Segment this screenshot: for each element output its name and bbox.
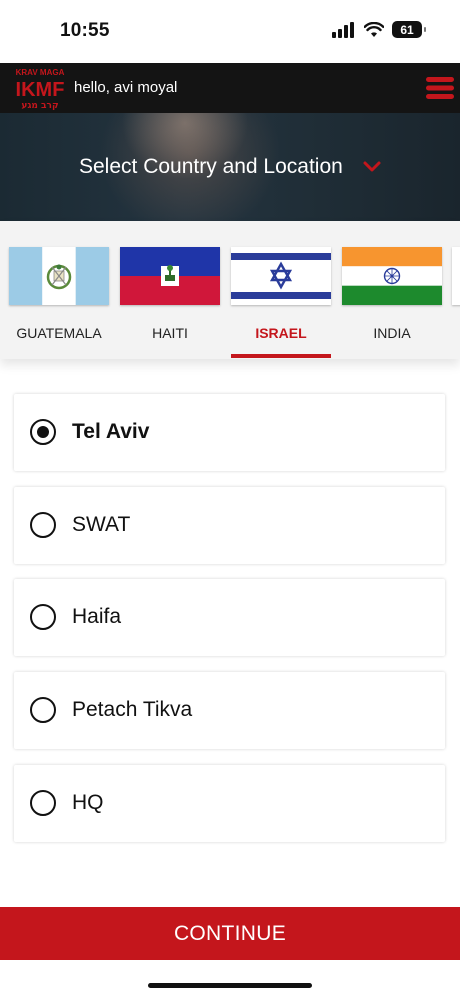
continue-button[interactable]: CONTINUE <box>0 907 460 960</box>
country-location-selector[interactable]: Select Country and Location <box>79 155 343 179</box>
flag-israel[interactable] <box>231 247 331 305</box>
location-label: SWAT <box>72 513 131 536</box>
flag-next-partial[interactable] <box>452 247 460 305</box>
logo-bottom-text: קרב מגע <box>21 101 58 110</box>
battery-level: 61 <box>400 22 414 37</box>
wifi-icon <box>364 21 384 37</box>
cellular-signal-icon <box>332 21 354 38</box>
location-option-petach-tikva[interactable]: Petach Tikva <box>14 672 445 749</box>
country-label-haiti[interactable]: HAITI <box>115 325 225 341</box>
logo-top-text: KRAV MAGA <box>16 68 65 77</box>
location-option-hq[interactable]: HQ <box>14 765 445 842</box>
status-bar: 10:55 61 <box>0 0 460 63</box>
menu-icon[interactable] <box>426 76 454 100</box>
flag-guatemala[interactable] <box>9 247 109 305</box>
radio-button[interactable] <box>30 697 56 723</box>
greeting-text: hello, avi moyal <box>74 79 178 96</box>
logo-main-text: IKMF <box>16 79 65 101</box>
location-label: Tel Aviv <box>72 420 150 443</box>
status-icons: 61 <box>332 21 426 38</box>
radio-button[interactable] <box>30 604 56 630</box>
country-label-guatemala[interactable]: GUATEMALA <box>4 325 114 341</box>
location-option-haifa[interactable]: Haifa <box>14 579 445 656</box>
flag-india[interactable] <box>342 247 442 305</box>
flag-haiti[interactable] <box>120 247 220 305</box>
selected-country-indicator <box>231 354 331 358</box>
radio-button[interactable] <box>30 790 56 816</box>
location-label: Haifa <box>72 605 122 628</box>
home-indicator[interactable] <box>148 983 312 988</box>
battery-icon: 61 <box>392 21 426 38</box>
location-option-swat[interactable]: SWAT <box>14 487 445 564</box>
country-label-india[interactable]: INDIA <box>337 325 447 341</box>
radio-button-selected[interactable] <box>30 419 56 445</box>
ikmf-logo[interactable]: KRAV MAGA IKMF קרב מגע <box>15 66 65 110</box>
location-option-tel-aviv[interactable]: Tel Aviv <box>14 394 445 471</box>
location-label: Petach Tikva <box>72 698 193 721</box>
country-label-israel[interactable]: ISRAEL <box>226 325 336 341</box>
radio-button[interactable] <box>30 512 56 538</box>
clock: 10:55 <box>60 20 110 41</box>
app-header <box>0 63 460 113</box>
chevron-down-icon[interactable] <box>362 160 382 174</box>
location-label: HQ <box>72 791 104 814</box>
